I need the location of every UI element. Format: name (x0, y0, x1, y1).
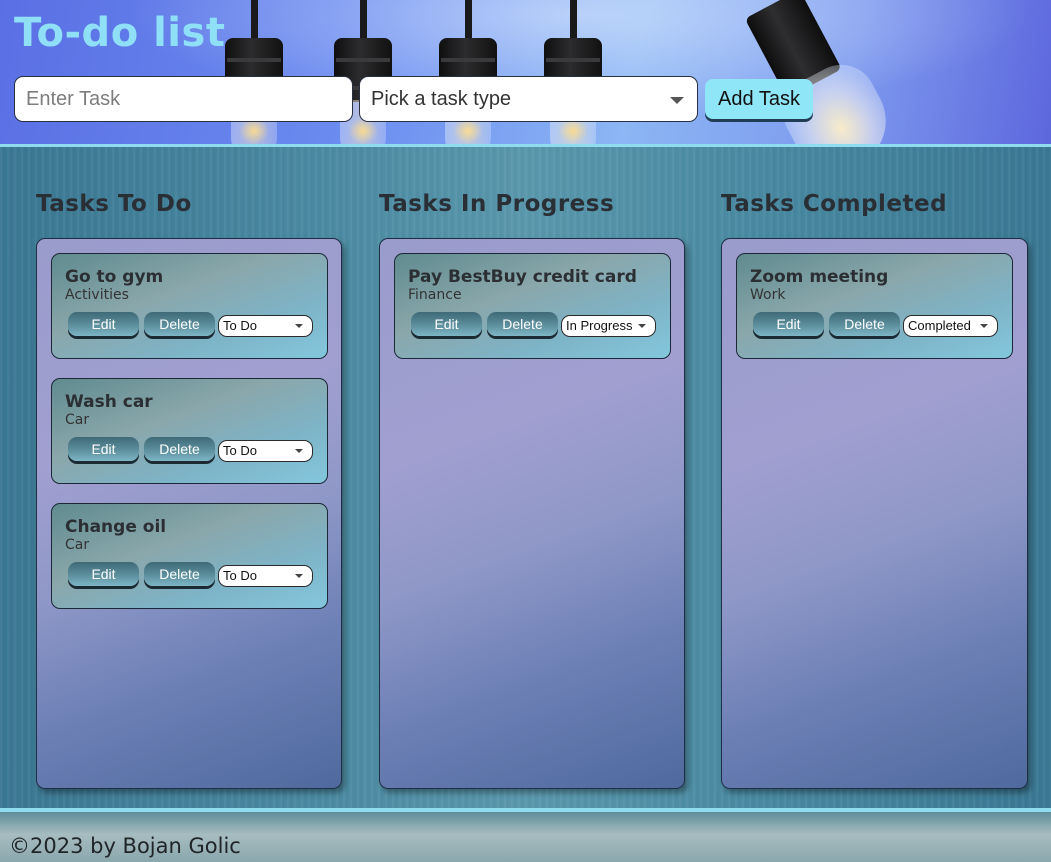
task-card: Wash car Car Edit Delete To Do (51, 378, 328, 484)
edit-button[interactable]: Edit (68, 562, 139, 586)
status-select[interactable]: To Do (218, 440, 313, 462)
delete-button[interactable]: Delete (829, 312, 900, 336)
task-type: Finance (408, 287, 462, 303)
status-select-value: In Progress (566, 318, 633, 333)
task-type: Car (65, 412, 90, 428)
edit-button[interactable]: Edit (753, 312, 824, 336)
task-type: Activities (65, 287, 129, 303)
status-select-value: To Do (223, 568, 257, 583)
task-type-select[interactable]: Pick a task type (359, 76, 698, 122)
status-select[interactable]: To Do (218, 565, 313, 587)
task-input[interactable] (14, 76, 353, 122)
column-title: Tasks To Do (36, 191, 192, 217)
delete-button[interactable]: Delete (144, 312, 215, 336)
status-select-value: To Do (223, 318, 257, 333)
task-title: Zoom meeting (750, 267, 889, 287)
column-panel: Go to gym Activities Edit Delete To Do W… (36, 238, 342, 789)
task-title: Wash car (65, 392, 153, 412)
task-type-select-value: Pick a task type (371, 87, 512, 110)
status-select[interactable]: In Progress (561, 315, 656, 337)
task-type: Work (750, 287, 786, 303)
footer: ©2023 by Bojan Golic (0, 812, 1051, 862)
status-select[interactable]: To Do (218, 315, 313, 337)
edit-button[interactable]: Edit (68, 312, 139, 336)
page-title: To-do list (14, 10, 226, 56)
status-select-value: To Do (223, 443, 257, 458)
chevron-down-icon (638, 324, 646, 328)
status-select[interactable]: Completed (903, 315, 998, 337)
light-bulb-icon (727, 0, 953, 144)
column-panel: Pay BestBuy credit card Finance Edit Del… (379, 238, 685, 789)
column-title: Tasks In Progress (379, 191, 615, 217)
status-select-value: Completed (908, 318, 971, 333)
task-title: Pay BestBuy credit card (408, 267, 637, 287)
chevron-down-icon (670, 97, 684, 104)
task-card: Go to gym Activities Edit Delete To Do (51, 253, 328, 359)
delete-button[interactable]: Delete (144, 437, 215, 461)
task-title: Go to gym (65, 267, 164, 287)
task-card: Change oil Car Edit Delete To Do (51, 503, 328, 609)
edit-button[interactable]: Edit (68, 437, 139, 461)
chevron-down-icon (295, 449, 303, 453)
task-board: Tasks To Do Go to gym Activities Edit De… (0, 147, 1051, 808)
task-card: Pay BestBuy credit card Finance Edit Del… (394, 253, 671, 359)
task-card: Zoom meeting Work Edit Delete Completed (736, 253, 1013, 359)
delete-button[interactable]: Delete (144, 562, 215, 586)
chevron-down-icon (295, 574, 303, 578)
column-title: Tasks Completed (721, 191, 948, 217)
copyright-text: ©2023 by Bojan Golic (9, 834, 241, 858)
delete-button[interactable]: Delete (487, 312, 558, 336)
task-type: Car (65, 537, 90, 553)
chevron-down-icon (980, 324, 988, 328)
task-title: Change oil (65, 517, 167, 537)
chevron-down-icon (295, 324, 303, 328)
column-panel: Zoom meeting Work Edit Delete Completed (721, 238, 1028, 789)
edit-button[interactable]: Edit (411, 312, 482, 336)
add-task-button[interactable]: Add Task (705, 79, 813, 119)
header: To-do list Pick a task type Add Task (0, 0, 1051, 144)
